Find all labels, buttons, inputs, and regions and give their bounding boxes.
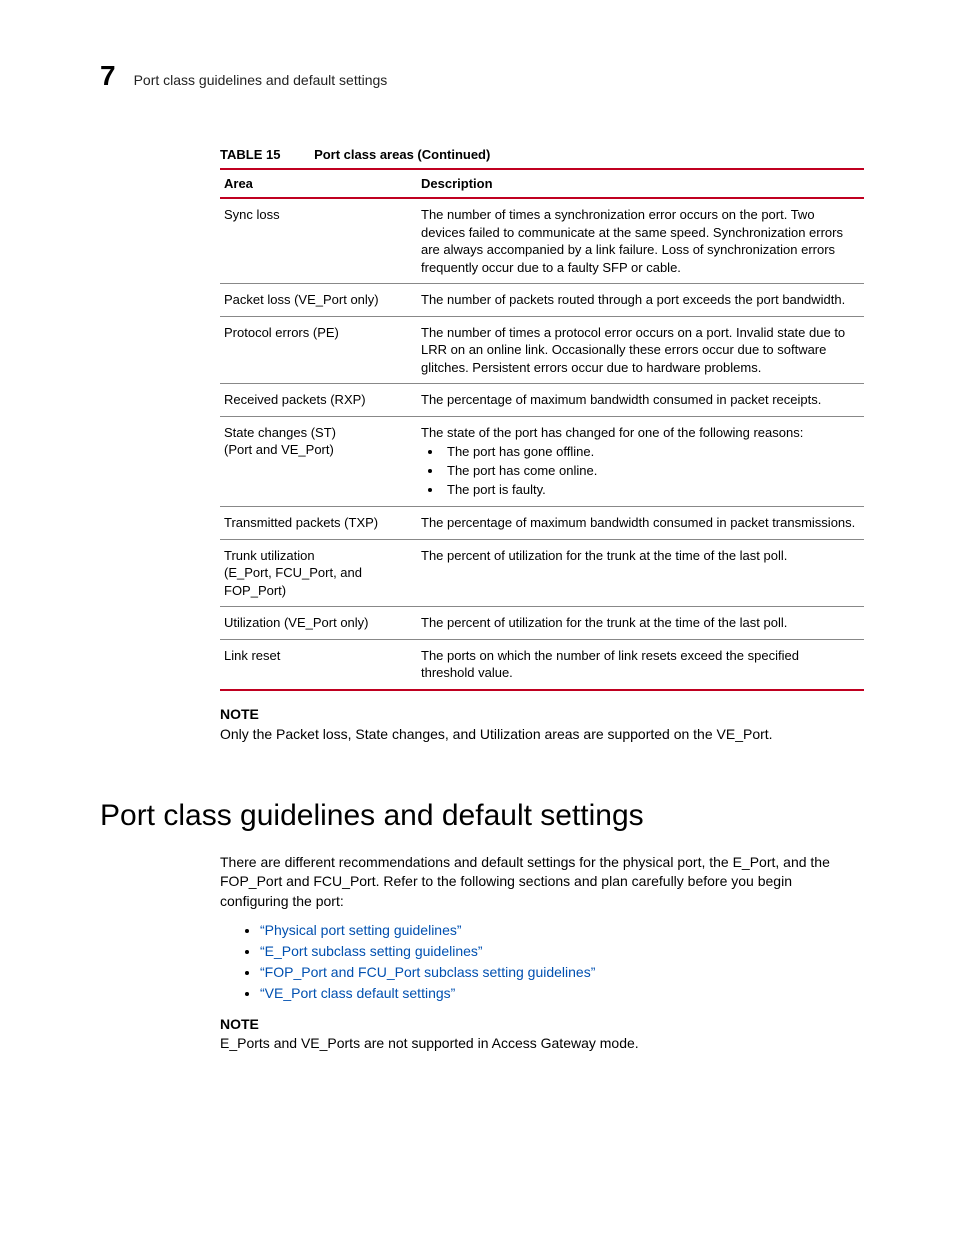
cell-desc: The percentage of maximum bandwidth cons… xyxy=(417,507,864,540)
cell-desc: The number of times a protocol error occ… xyxy=(417,316,864,384)
cross-reference-link[interactable]: “VE_Port class default settings” xyxy=(260,985,455,1001)
list-item: “VE_Port class default settings” xyxy=(260,985,864,1001)
table-row: Transmitted packets (TXP) The percentage… xyxy=(220,507,864,540)
note-text: E_Ports and VE_Ports are not supported i… xyxy=(220,1035,639,1051)
note-label: NOTE xyxy=(220,1015,864,1034)
cell-area-line: (Port and VE_Port) xyxy=(224,442,334,457)
cross-reference-link[interactable]: “FOP_Port and FCU_Port subclass setting … xyxy=(260,964,595,980)
note-label: NOTE xyxy=(220,705,864,724)
cell-area-line: State changes (ST) xyxy=(224,425,336,440)
table-title: Port class areas (Continued) xyxy=(314,147,490,162)
list-item: “Physical port setting guidelines” xyxy=(260,922,864,938)
note-text: Only the Packet loss, State changes, and… xyxy=(220,726,773,742)
list-item: “E_Port subclass setting guidelines” xyxy=(260,943,864,959)
list-item: The port has gone offline. xyxy=(443,443,856,461)
note-block: NOTE Only the Packet loss, State changes… xyxy=(220,705,864,744)
col-header-area: Area xyxy=(220,169,417,198)
table-row: Link reset The ports on which the number… xyxy=(220,639,864,690)
cell-desc: The percentage of maximum bandwidth cons… xyxy=(417,384,864,417)
cell-area: Packet loss (VE_Port only) xyxy=(220,284,417,317)
table-row: Packet loss (VE_Port only) The number of… xyxy=(220,284,864,317)
cell-area: Transmitted packets (TXP) xyxy=(220,507,417,540)
cell-area: Received packets (RXP) xyxy=(220,384,417,417)
section-heading: Port class guidelines and default settin… xyxy=(100,799,864,833)
note-block: NOTE E_Ports and VE_Ports are not suppor… xyxy=(220,1015,864,1054)
table-row: Sync loss The number of times a synchron… xyxy=(220,198,864,284)
cell-desc: The number of times a synchronization er… xyxy=(417,198,864,284)
cell-area: Sync loss xyxy=(220,198,417,284)
cell-desc: The state of the port has changed for on… xyxy=(417,416,864,506)
cell-area: Link reset xyxy=(220,639,417,690)
cross-reference-link[interactable]: “Physical port setting guidelines” xyxy=(260,922,462,938)
cell-desc: The percent of utilization for the trunk… xyxy=(417,607,864,640)
cell-desc: The number of packets routed through a p… xyxy=(417,284,864,317)
xref-list: “Physical port setting guidelines” “E_Po… xyxy=(220,922,864,1001)
page-header: 7 Port class guidelines and default sett… xyxy=(100,60,864,92)
table-caption: TABLE 15 Port class areas (Continued) xyxy=(220,147,864,162)
table-row: Received packets (RXP) The percentage of… xyxy=(220,384,864,417)
cell-area: Protocol errors (PE) xyxy=(220,316,417,384)
cell-desc: The ports on which the number of link re… xyxy=(417,639,864,690)
cell-area-line: (E_Port, FCU_Port, and FOP_Port) xyxy=(224,565,362,598)
cross-reference-link[interactable]: “E_Port subclass setting guidelines” xyxy=(260,943,483,959)
table-row: State changes (ST) (Port and VE_Port) Th… xyxy=(220,416,864,506)
table-label: TABLE 15 xyxy=(220,147,280,162)
cell-area: State changes (ST) (Port and VE_Port) xyxy=(220,416,417,506)
cell-desc-intro: The state of the port has changed for on… xyxy=(421,424,856,442)
cell-area-line: Trunk utilization xyxy=(224,548,315,563)
list-item: The port is faulty. xyxy=(443,481,856,499)
section-intro: There are different recommendations and … xyxy=(220,853,864,912)
cell-desc: The percent of utilization for the trunk… xyxy=(417,539,864,607)
cell-area: Trunk utilization (E_Port, FCU_Port, and… xyxy=(220,539,417,607)
list-item: The port has come online. xyxy=(443,462,856,480)
table-row: Protocol errors (PE) The number of times… xyxy=(220,316,864,384)
col-header-description: Description xyxy=(417,169,864,198)
table-row: Trunk utilization (E_Port, FCU_Port, and… xyxy=(220,539,864,607)
cell-bullet-list: The port has gone offline. The port has … xyxy=(421,443,856,498)
cell-area: Utilization (VE_Port only) xyxy=(220,607,417,640)
port-class-areas-table: Area Description Sync loss The number of… xyxy=(220,168,864,691)
running-head: Port class guidelines and default settin… xyxy=(134,72,388,88)
list-item: “FOP_Port and FCU_Port subclass setting … xyxy=(260,964,864,980)
chapter-number: 7 xyxy=(100,60,116,92)
table-row: Utilization (VE_Port only) The percent o… xyxy=(220,607,864,640)
